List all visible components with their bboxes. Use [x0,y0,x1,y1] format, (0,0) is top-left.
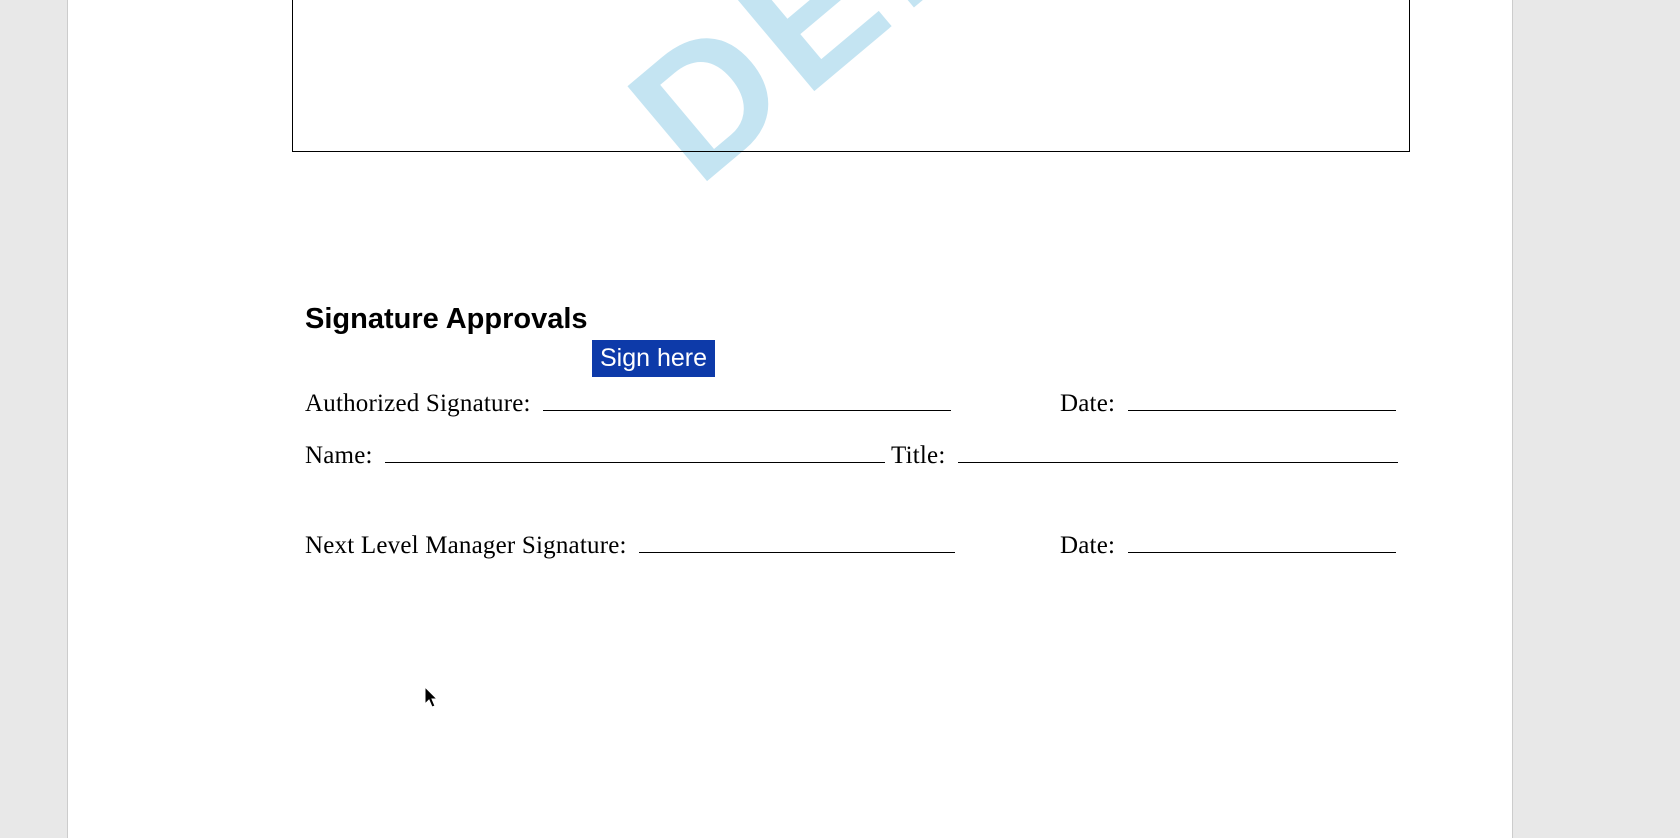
next-manager-date-line[interactable] [1128,528,1396,553]
authorized-date-line[interactable] [1128,386,1396,411]
authorized-signature-line[interactable] [543,386,951,411]
document-page: DEM Signature Approvals Sign here Author… [67,0,1513,838]
title-label: Title: [891,442,945,469]
signature-approvals-heading: Signature Approvals [305,303,588,336]
name-line[interactable] [385,438,885,463]
name-label: Name: [305,442,373,469]
sign-here-button[interactable]: Sign here [592,340,715,377]
comment-box[interactable] [292,0,1410,152]
authorized-signature-field: Authorized Signature: [305,386,951,418]
authorized-signature-label: Authorized Signature: [305,390,531,417]
next-manager-signature-label: Next Level Manager Signature: [305,532,627,559]
next-manager-date-label: Date: [1060,532,1115,559]
next-manager-date-field: Date: [1060,528,1396,560]
next-manager-signature-field: Next Level Manager Signature: [305,528,955,560]
authorized-date-label: Date: [1060,390,1115,417]
authorized-date-field: Date: [1060,386,1396,418]
title-line[interactable] [958,438,1398,463]
title-field: Title: [891,438,1398,470]
name-field: Name: [305,438,885,470]
next-manager-signature-line[interactable] [639,528,955,553]
